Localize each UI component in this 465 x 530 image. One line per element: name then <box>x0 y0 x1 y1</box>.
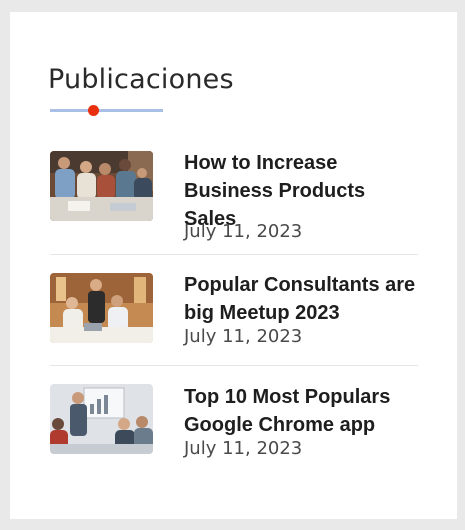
post-title-link[interactable]: Popular Consultants are big Meetup 2023 <box>184 274 415 324</box>
widget-title: Publicaciones <box>48 64 234 95</box>
post-thumbnail-office-consultants[interactable] <box>50 273 153 343</box>
post-date: July 11, 2023 <box>184 438 303 459</box>
post-list: How to Increase Business Products Sales … <box>50 142 418 478</box>
post-title-link[interactable]: How to Increase Business Products Sales <box>184 152 365 230</box>
recent-posts-widget: Publicaciones How to Increase Business P… <box>10 12 457 519</box>
presentation-whiteboard-photo <box>50 384 153 454</box>
post-title-link[interactable]: Top 10 Most Populars Google Chrome app <box>184 386 390 436</box>
list-item: Top 10 Most Populars Google Chrome app J… <box>50 366 418 478</box>
post-title[interactable]: Top 10 Most Populars Google Chrome app <box>184 383 418 439</box>
post-date: July 11, 2023 <box>184 221 303 242</box>
team-meeting-photo <box>50 151 153 221</box>
office-consultants-photo <box>50 273 153 343</box>
post-date: July 11, 2023 <box>184 326 303 347</box>
title-underline <box>50 105 163 116</box>
list-item: How to Increase Business Products Sales … <box>50 142 418 255</box>
list-item: Popular Consultants are big Meetup 2023 … <box>50 255 418 366</box>
post-title[interactable]: Popular Consultants are big Meetup 2023 <box>184 271 418 327</box>
post-thumbnail-team-meeting[interactable] <box>50 151 153 221</box>
title-accent-dot <box>88 105 99 116</box>
post-thumbnail-presentation[interactable] <box>50 384 153 454</box>
